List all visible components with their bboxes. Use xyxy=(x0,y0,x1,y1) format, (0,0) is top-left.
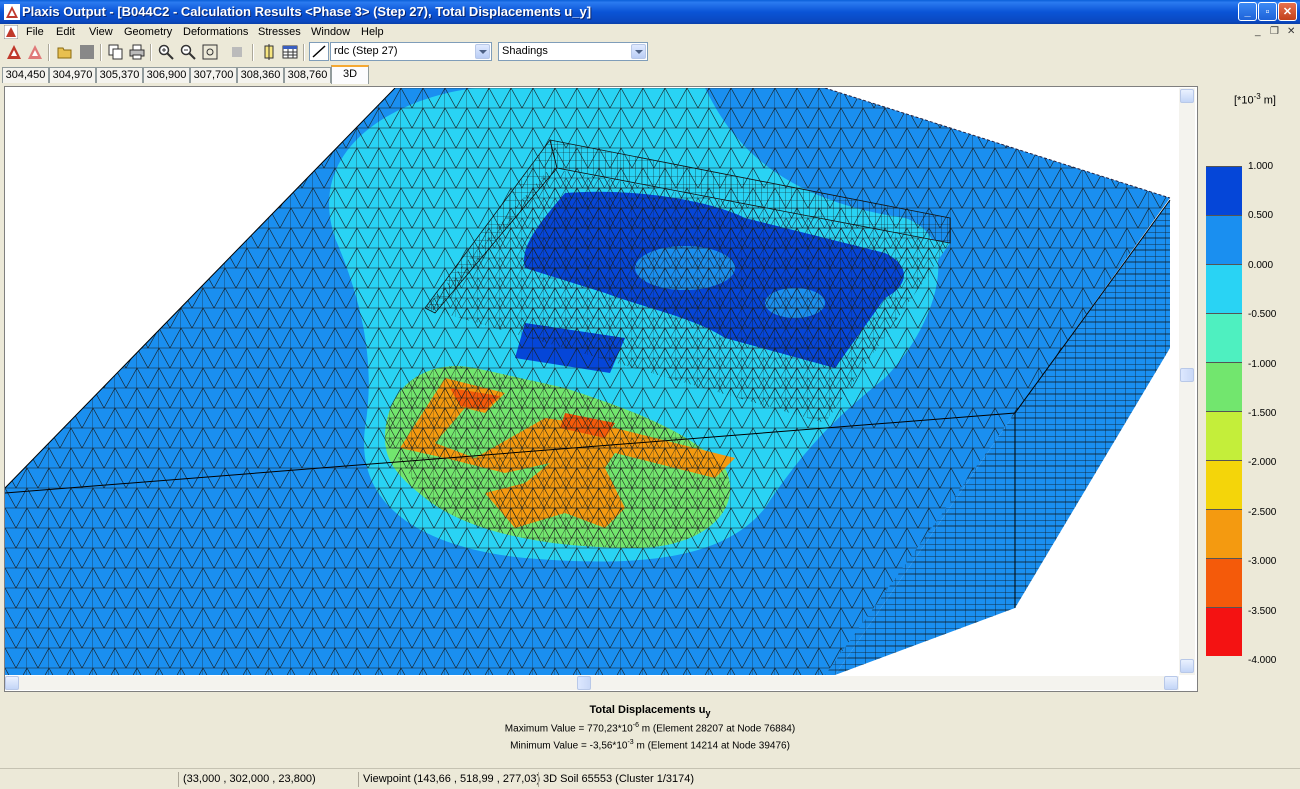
title-bar: Plaxis Output - [B044C2 - Calculation Re… xyxy=(0,0,1300,24)
status-cluster: 3D Soil 65553 (Cluster 1/3174) xyxy=(538,772,743,787)
cross-section-tabs: 304,450 304,970 305,370 306,900 307,700 … xyxy=(0,64,1300,84)
mdi-restore-button[interactable]: ❐ xyxy=(1270,26,1279,37)
cross-section-icon[interactable] xyxy=(261,44,277,60)
horizontal-scrollbar[interactable] xyxy=(5,676,1179,690)
menu-edit[interactable]: Edit xyxy=(56,26,75,38)
chevron-down-icon[interactable] xyxy=(475,44,490,59)
horizontal-scroll-thumb[interactable] xyxy=(577,676,591,690)
plaxis-app-icon[interactable] xyxy=(4,4,20,20)
legend-color-cell xyxy=(1206,460,1242,509)
model-3d-view[interactable] xyxy=(5,88,1179,675)
results-title: Total Displacements uy xyxy=(589,704,711,719)
tab-section[interactable]: 305,370 xyxy=(96,67,143,83)
plot-type-select-value: Shadings xyxy=(502,45,548,57)
legend-unit: [*10-3 m] xyxy=(1234,92,1276,107)
menu-window[interactable]: Window xyxy=(311,26,350,38)
legend-color-cell xyxy=(1206,313,1242,362)
results-summary: Total Displacements uy Maximum Value = 7… xyxy=(0,700,1300,766)
toolbar-separator xyxy=(48,44,50,61)
vertical-scrollbar[interactable] xyxy=(1179,88,1195,675)
legend-color-cell xyxy=(1206,558,1242,607)
legend-color-cell xyxy=(1206,166,1242,215)
legend-label: 1.000 xyxy=(1248,161,1274,172)
open-folder-icon[interactable] xyxy=(57,44,73,60)
menu-file[interactable]: File xyxy=(26,26,44,38)
vertical-scroll-thumb[interactable] xyxy=(1180,368,1194,382)
scroll-right-button[interactable] xyxy=(1164,676,1178,690)
legend-color-cell xyxy=(1206,509,1242,558)
minimize-button[interactable]: _ xyxy=(1238,2,1257,21)
tab-3d[interactable]: 3D xyxy=(331,65,369,84)
menu-view[interactable]: View xyxy=(89,26,113,38)
menu-bar: File Edit View Geometry Deformations Str… xyxy=(0,24,1300,41)
legend-color-cell xyxy=(1206,607,1242,656)
legend-color-cell xyxy=(1206,215,1242,264)
legend-label: -3.500 xyxy=(1248,605,1277,617)
legend-label: -2.000 xyxy=(1248,457,1277,469)
print-icon[interactable] xyxy=(129,44,145,60)
color-legend xyxy=(1206,166,1242,656)
step-select-value: rdc (Step 27) xyxy=(334,45,398,57)
tab-section[interactable]: 308,360 xyxy=(237,67,284,83)
tab-section[interactable]: 304,450 xyxy=(2,67,49,83)
window-title: Plaxis Output - [B044C2 - Calculation Re… xyxy=(22,4,592,19)
legend-color-cell xyxy=(1206,411,1242,460)
plot-type-select[interactable]: Shadings xyxy=(498,42,648,61)
tab-section[interactable]: 304,970 xyxy=(49,67,96,83)
zoom-in-icon[interactable] xyxy=(158,44,174,60)
document-icon[interactable] xyxy=(4,25,18,39)
maximize-button[interactable]: ▫ xyxy=(1258,2,1277,21)
toolbar-separator xyxy=(252,44,254,61)
legend-label: 0.000 xyxy=(1248,259,1274,271)
table-icon[interactable] xyxy=(282,44,298,60)
menu-geometry[interactable]: Geometry xyxy=(124,26,172,38)
legend-label: -1.000 xyxy=(1248,358,1277,370)
legend-label: -4.000 xyxy=(1248,655,1277,666)
zoom-out-icon[interactable] xyxy=(180,44,196,60)
legend-color-cell xyxy=(1206,362,1242,411)
minimum-value: Minimum Value = -3,56*10-3 m (Element 14… xyxy=(510,739,790,752)
mdi-minimize-button[interactable]: _ xyxy=(1255,26,1261,37)
scroll-up-button[interactable] xyxy=(1180,89,1194,103)
legend-color-cell xyxy=(1206,264,1242,313)
save-icon[interactable] xyxy=(79,44,95,60)
toolbar: rdc (Step 27) Shadings xyxy=(0,41,1300,64)
menu-help[interactable]: Help xyxy=(361,26,384,38)
plaxis-curves-icon[interactable] xyxy=(27,44,43,60)
zoom-fit-icon[interactable] xyxy=(202,44,218,60)
status-viewpoint: Viewpoint (143,66 , 518,99 , 277,03) xyxy=(358,772,540,787)
menu-deformations[interactable]: Deformations xyxy=(183,26,248,38)
copy-icon[interactable] xyxy=(108,44,124,60)
rotate-icon[interactable] xyxy=(229,44,245,60)
legend-label: -3.000 xyxy=(1248,556,1277,568)
mdi-close-button[interactable]: ✕ xyxy=(1287,26,1295,37)
legend-label: 0.500 xyxy=(1248,210,1274,222)
legend-label: -0.500 xyxy=(1248,309,1277,321)
status-coordinates: (33,000 , 302,000 , 23,800) xyxy=(178,772,353,787)
menu-stresses[interactable]: Stresses xyxy=(258,26,301,38)
legend-label: -1.500 xyxy=(1248,408,1277,419)
scroll-down-button[interactable] xyxy=(1180,659,1194,673)
close-button[interactable]: ✕ xyxy=(1278,2,1297,21)
chevron-down-icon[interactable] xyxy=(631,44,646,59)
tab-section[interactable]: 306,900 xyxy=(143,67,190,83)
maximum-value: Maximum Value = 770,23*10-6 m (Element 2… xyxy=(504,722,796,735)
tab-section[interactable]: 308,760 xyxy=(284,67,331,83)
legend-label: -2.500 xyxy=(1248,506,1277,518)
toolbar-separator xyxy=(100,44,102,61)
step-select[interactable]: rdc (Step 27) xyxy=(330,42,492,61)
line-icon xyxy=(312,45,326,58)
tab-section[interactable]: 307,700 xyxy=(190,67,237,83)
toolbar-separator xyxy=(150,44,152,61)
status-bar: (33,000 , 302,000 , 23,800) Viewpoint (1… xyxy=(0,768,1300,789)
plaxis-input-icon[interactable] xyxy=(6,44,22,60)
scroll-left-button[interactable] xyxy=(5,676,19,690)
line-tool-button[interactable] xyxy=(309,42,329,61)
toolbar-separator xyxy=(303,44,305,61)
